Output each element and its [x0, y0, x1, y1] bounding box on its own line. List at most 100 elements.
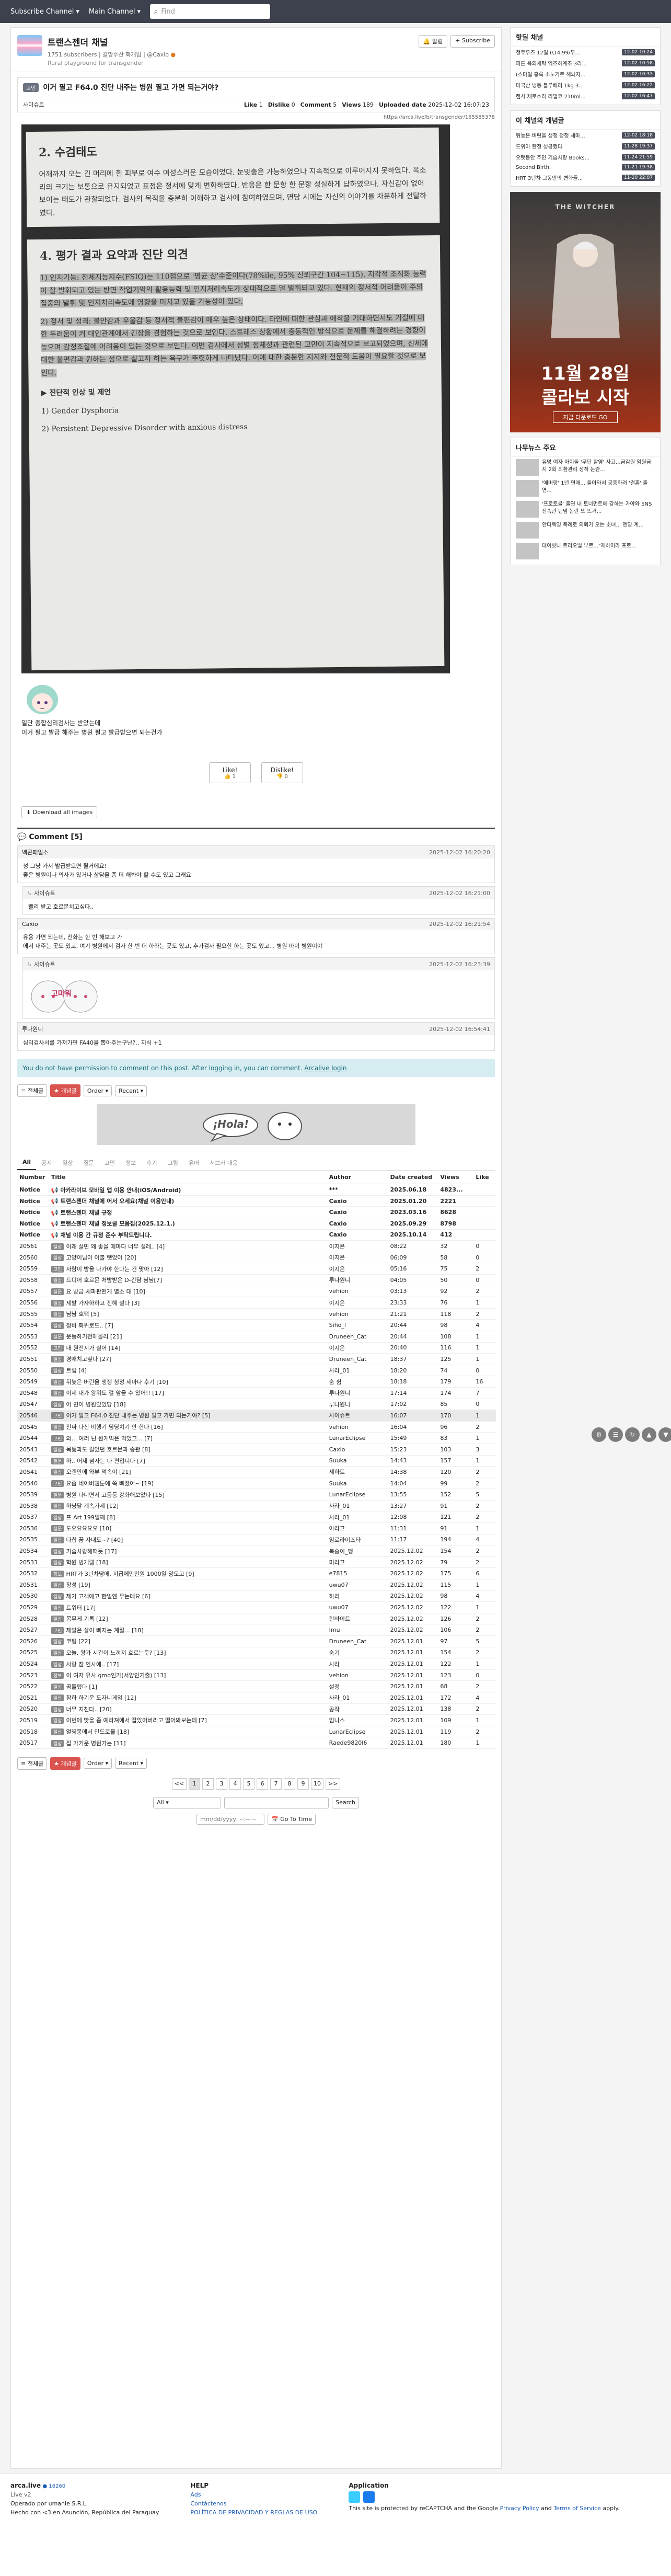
row-author[interactable]: vehion	[327, 1286, 388, 1298]
row-author[interactable]: vehion	[327, 1421, 388, 1433]
tab-2[interactable]: 일상	[57, 1155, 78, 1170]
row-title[interactable]: 고민 이거 필고 F64.0 진단 내주는 병원 필고 가면 되는거야? [5]	[49, 1410, 327, 1422]
channel-owner[interactable]: 갈망수산 화개빔	[102, 51, 141, 58]
side-list-item[interactable]: (스마일 홍록 소노기르 해뇌자... 12-02 10:33	[511, 68, 660, 79]
login-link[interactable]: Arcalive login	[304, 1064, 346, 1072]
all-posts-button[interactable]: ≡ 전체글	[17, 1084, 48, 1097]
table-row[interactable]: 20550 일상 트립 [4] 사라_01 18:20 74 0	[17, 1365, 496, 1377]
table-row[interactable]: 20537 일상 프 Art 199일째 [8] 사라_01 12:08 121 2	[17, 1512, 496, 1524]
row-author[interactable]: Caxio	[327, 1195, 388, 1207]
table-row[interactable]: 20538 일상 하냥달 계속가세 [12] 사라_01 13:27 91 2	[17, 1500, 496, 1512]
scroll-bottom-icon[interactable]: ▼	[658, 1427, 671, 1442]
table-row[interactable]: 20539 질문 병원 다니면서 고등등 강화해보았다 [15] LunarEclip…	[17, 1489, 496, 1501]
row-author[interactable]: 루나원니	[327, 1387, 388, 1399]
page-button[interactable]: 2	[202, 1778, 214, 1790]
side-list-item[interactable]: 캠시 제로소라 리얼코 210ml... 12-02 16:47	[511, 90, 660, 101]
table-row[interactable]: 20543 일상 목통과도 걸었던 호르몬과 중관 [8] Caxio 15:23 103…	[17, 1444, 496, 1456]
table-row[interactable]: 20546 고민 이거 필고 F64.0 진단 내주는 병원 필고 가면 되는거야?…	[17, 1410, 496, 1422]
tab-1[interactable]: 공지	[36, 1155, 57, 1170]
table-row[interactable]: 20561 일상 이래 살면 왜 좋을 때마다 너무 설레.. [4] 이지은 08:2…	[17, 1240, 496, 1252]
tab-5[interactable]: 정보	[120, 1155, 141, 1170]
footer-contact-link[interactable]: Contáctenos	[190, 2500, 317, 2507]
row-title[interactable]: 일상 고양이님이 이불 뺏었어 [20]	[49, 1252, 327, 1264]
page-button[interactable]: 10	[311, 1778, 323, 1790]
page-button[interactable]: 4	[229, 1778, 241, 1790]
row-title[interactable]: 질문 하.. 어제 넘자는 다 편입니다 [7]	[49, 1455, 327, 1467]
order-select-bottom[interactable]: Order ▾	[83, 1758, 112, 1769]
row-title[interactable]: 일상 이제 내가 왕위도 걸 앞을 수 있어!! [17]	[49, 1387, 327, 1399]
subscribe-button[interactable]: + Subscribe	[450, 35, 495, 48]
table-row[interactable]: 20531 일상 장성 [19] uwu07 2025.12.02 115 1	[17, 1579, 496, 1591]
table-row[interactable]: 20544 고민 와... 여러 넌 뭔게믹은 먹었고... [7] LunarEcl…	[17, 1432, 496, 1444]
footer-privacy-rules-link[interactable]: POLÍTICA DE PRIVACIDAD Y REGLAS DE USO	[190, 2509, 317, 2516]
row-author[interactable]: Raede9820l6	[327, 1737, 388, 1749]
row-title[interactable]: 고민 요즘 네이버웹툰에 쪽 빠졌어~ [19]	[49, 1478, 327, 1490]
row-author[interactable]: Caxio	[327, 1218, 388, 1230]
comment-author[interactable]: Caxio	[22, 921, 38, 928]
tab-6[interactable]: 후기	[141, 1155, 162, 1170]
row-title[interactable]: 일상 이래 살면 왜 좋을 때마다 너무 설레.. [4]	[49, 1240, 327, 1252]
table-row[interactable]: 20545 일상 진짜 다신 비행기 딩딩치기 안 한다 [16] vehion 16:…	[17, 1421, 496, 1433]
comment-author[interactable]: 사이슈트	[34, 889, 55, 897]
row-author[interactable]: 아라고	[327, 1522, 388, 1535]
row-author[interactable]: 숨기	[327, 1647, 388, 1659]
row-title[interactable]: 일상 제가 고객에고 한일엔 무는데요 [6]	[49, 1590, 327, 1602]
row-title[interactable]: 일상 사랑 참 인사에.. [17]	[49, 1658, 327, 1670]
comment-author[interactable]: 벡콘패일소	[22, 848, 49, 856]
table-row[interactable]: 20559 고민 사람이 방을 나가야 한다는 건 맞아 [12] 이지은 05:16 7…	[17, 1263, 496, 1275]
page-button[interactable]: 8	[284, 1778, 295, 1790]
order-select[interactable]: Order ▾	[83, 1085, 112, 1096]
row-author[interactable]: Siho_l	[327, 1319, 388, 1331]
news-title[interactable]: 나무뉴스 주요	[511, 438, 660, 457]
row-title[interactable]: 일상 냠냠 호팩 [5]	[49, 1308, 327, 1320]
row-author[interactable]: 사라_01	[327, 1692, 388, 1704]
row-author[interactable]: 루나원니	[327, 1274, 388, 1286]
row-author[interactable]: uwu07	[327, 1579, 388, 1591]
table-row[interactable]: 20558 일상 드디어 호르몬 처방받은 D-긴담 냠냠[7] 루나원니 04:05 5…	[17, 1274, 496, 1286]
page-button[interactable]: >>	[326, 1778, 341, 1790]
table-row[interactable]: 20530 일상 제가 고객에고 한일엔 무는데요 [6] 하리 2025.12.02 9…	[17, 1590, 496, 1602]
row-author[interactable]: 사이슈트	[327, 1410, 388, 1422]
comment-author[interactable]: 사이슈트	[34, 960, 55, 968]
table-row[interactable]: 20532 정보 HRT가 3년차땅에, 지급에만만원 1000일 양도고 [9] e…	[17, 1567, 496, 1580]
page-button[interactable]: 3	[216, 1778, 227, 1790]
row-title[interactable]: 일상 트립 [4]	[49, 1365, 327, 1377]
tab-9[interactable]: 서브카 대응	[204, 1155, 243, 1170]
table-row[interactable]: 20542 질문 하.. 어제 넘자는 다 편입니다 [7] Suuka 14:43 15…	[17, 1455, 496, 1467]
row-author[interactable]: 임로라이즈타	[327, 1534, 388, 1546]
row-title[interactable]: 📢 트랜스젠더 채널에 어서 오세요(채널 이용안내)	[49, 1195, 327, 1207]
ad-banner[interactable]: ¡Hola!	[97, 1104, 415, 1146]
table-row[interactable]: 20553 질문 운동하기전에올리 [21] Druneen_Cat 20:44 108 1	[17, 1331, 496, 1343]
search-button[interactable]: Search	[332, 1796, 359, 1808]
row-title[interactable]: 정보 이 여자 유사 gmo인가(서양인기출) [13]	[49, 1669, 327, 1681]
row-author[interactable]: 이지은	[327, 1240, 388, 1252]
row-author[interactable]: 이지은	[327, 1252, 388, 1264]
table-row[interactable]: 20520 일상 너무 지친다.. [20] 공작 2025.12.01 138 2	[17, 1703, 496, 1715]
side-list-item[interactable]: Second Birth. 11-21 19:38	[511, 163, 660, 172]
google-play-icon[interactable]	[349, 2491, 361, 2503]
table-row[interactable]: 20528 일상 몸무게 기록 [12] 한바이트 2025.12.02 126 2	[17, 1613, 496, 1625]
tab-8[interactable]: 유머	[183, 1155, 204, 1170]
row-title[interactable]: 일상 하냥달 계속가세 [12]	[49, 1500, 327, 1512]
row-title[interactable]: 일상 곰돌렸다 [1]	[49, 1680, 327, 1692]
row-author[interactable]: vehion	[327, 1669, 388, 1681]
download-all-images-button[interactable]: ⬇ Download all images	[21, 806, 98, 818]
row-author[interactable]: Caxio	[327, 1229, 388, 1241]
table-row[interactable]: 20536 질문 도요요요요오 [10] 아라고 11:31 91 1	[17, 1522, 496, 1535]
row-title[interactable]: 일상 정바 화위로드.. [7]	[49, 1319, 327, 1331]
table-row[interactable]: 20560 일상 고양이님이 이불 뺏었어 [20] 이지은 06:09 58 0	[17, 1252, 496, 1264]
dislike-vote-button[interactable]: Dislike! 👎 0	[261, 762, 303, 783]
row-author[interactable]: LunarEclipse	[327, 1726, 388, 1738]
news-item[interactable]: 안다렉잉 폭례로 의뢰가 오는 소녀... 엔딩 계...	[511, 520, 660, 541]
alert-button[interactable]: 🔔 알림	[418, 35, 448, 48]
row-title[interactable]: 일상 오늘, 왕가 시간이 느껴져 흐르는듯? [13]	[49, 1647, 327, 1659]
row-author[interactable]: 복숭이_맹	[327, 1545, 388, 1557]
row-title[interactable]: 일상 오랜만에 와뷰 먹속이 [21]	[49, 1466, 327, 1478]
row-title[interactable]: 질문 운동하기전에올리 [21]	[49, 1331, 327, 1343]
row-title[interactable]: 고민 제발은 살이 빠지는 계절... [18]	[49, 1624, 327, 1636]
row-title[interactable]: 일상 목통과도 걸었던 호르몬과 중관 [8]	[49, 1444, 327, 1456]
footer-ads-link[interactable]: Ads	[190, 2491, 317, 2498]
row-author[interactable]: vehion	[327, 1308, 388, 1320]
post-document-image[interactable]: 2. 수검태도 어깨까지 오는 긴 머리에 흰 피부로 여수 여성스러운 모습이…	[21, 124, 450, 673]
side-list-item[interactable]: 퍼튼 옥외세탁 역즈하계조 3리... 12-02 10:58	[511, 58, 660, 68]
